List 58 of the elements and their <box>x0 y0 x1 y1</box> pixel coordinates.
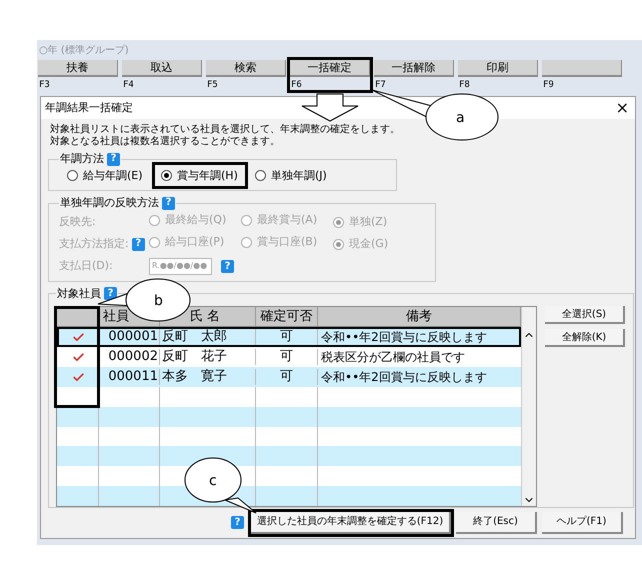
group-label: 対象社員 <box>57 286 101 302</box>
table-cell: 反町 太郎 <box>160 329 256 345</box>
field-label: 支払日(D): <box>59 258 113 274</box>
help-icon[interactable]: ? <box>231 516 244 529</box>
side-button[interactable]: 全選択(S) <box>545 306 625 324</box>
group-label: 単独年調の反映方法 <box>60 195 159 211</box>
toolbar-button[interactable]: 検索 <box>206 60 286 77</box>
table-cell-text: 令和••年2回賞与に反映します <box>320 329 488 345</box>
shortcut-key: F9 <box>543 79 554 91</box>
toolbar-button[interactable]: 一括確定 <box>290 60 370 77</box>
field-label: 支払方法指定: <box>59 236 129 252</box>
table-cell: 可 <box>256 349 318 365</box>
help-icon[interactable]: ? <box>107 152 120 166</box>
table-cell: 可 <box>256 369 318 385</box>
dialog-button[interactable]: 終了(Esc) <box>456 512 537 534</box>
table-cell: 000001 <box>99 329 160 345</box>
table-cell: 本多 寛子 <box>160 369 256 385</box>
table-cell-text: 令和••年2回賞与に反映します <box>320 369 488 385</box>
shortcut-key: F6 <box>291 79 302 91</box>
column-header: 社員 <box>103 308 129 326</box>
table-cell: 000002 <box>99 349 160 365</box>
shortcut-key: F5 <box>207 79 218 91</box>
side-button[interactable]: 全解除(K) <box>545 329 625 347</box>
check-icon[interactable] <box>72 370 85 384</box>
dialog-button[interactable]: ヘルプ(F1) <box>542 512 623 534</box>
shortcut-key: F3 <box>39 79 50 91</box>
radio-button[interactable]: 賞与年調(H) <box>161 168 238 184</box>
scrollbar[interactable] <box>521 307 536 506</box>
table-row[interactable]: 000011 本多 寛子 可 令和••年2回賞与に反映します <box>57 367 522 387</box>
check-icon[interactable] <box>72 350 85 364</box>
toolbar-button[interactable]: 扶養 <box>38 60 118 77</box>
shortcut-key: F4 <box>123 79 134 91</box>
column-header: 氏 名 <box>190 308 220 326</box>
toolbar-button[interactable]: 印刷 <box>458 60 538 77</box>
column-header: 確定可否 <box>260 308 312 326</box>
table-cell: 反町 花子 <box>160 349 256 365</box>
close-button[interactable]: × <box>616 100 629 116</box>
window-title: ○年 (標準グループ) <box>38 44 130 58</box>
table-cell: 可 <box>256 329 318 345</box>
description-text: 対象となる社員は複数名選択することができます。 <box>49 136 280 148</box>
table-row[interactable]: 000001 反町 太郎 可 令和••年2回賞与に反映します <box>57 327 522 347</box>
column-header: 備考 <box>406 308 432 326</box>
check-icon[interactable] <box>72 330 85 344</box>
field-label: 反映先: <box>59 214 96 230</box>
radio-button[interactable]: 単独年調(J) <box>255 168 327 184</box>
toolbar-button[interactable]: 取込 <box>122 60 202 77</box>
dialog-button[interactable]: 選択した社員の年末調整を確定する(F12) <box>251 512 451 534</box>
description-text: 対象社員リストに表示されている社員を選択して、年末調整の確定をします。 <box>49 124 400 136</box>
table-cell: 000011 <box>99 369 160 385</box>
table-cell-text: 税表区分が乙欄の社員です <box>320 349 466 365</box>
radio-button[interactable]: 給与年調(E) <box>67 168 143 184</box>
dialog-title: 年調結果一括確定 <box>45 100 133 116</box>
shortcut-key: F8 <box>459 79 470 91</box>
shortcut-key: F7 <box>375 79 386 91</box>
help-icon[interactable]: ? <box>104 287 117 300</box>
toolbar-button[interactable] <box>542 60 622 77</box>
group-label: 年調方法 <box>60 151 104 167</box>
toolbar-button[interactable]: 一括解除 <box>374 60 454 77</box>
